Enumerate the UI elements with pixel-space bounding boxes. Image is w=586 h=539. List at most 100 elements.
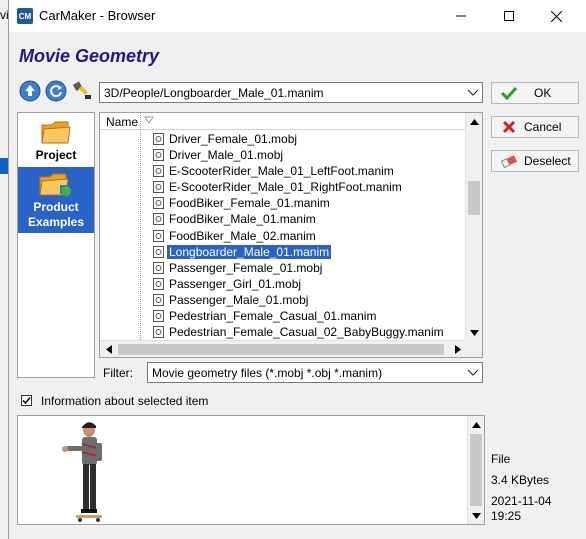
scroll-down-icon[interactable] [468, 507, 484, 524]
maximize-icon [504, 11, 514, 21]
column-header-label: Name [106, 115, 139, 129]
scroll-left-icon[interactable] [100, 341, 117, 357]
sort-arrow-icon [144, 116, 154, 124]
up-arrow-icon [19, 80, 41, 102]
preview-panel [17, 415, 485, 525]
file-name: Driver_Male_01.mobj [169, 148, 284, 163]
filter-label: Filter: [103, 366, 133, 380]
cancel-label: Cancel [524, 120, 562, 134]
scroll-right-icon[interactable] [449, 341, 466, 357]
file-name: E-ScooterRider_Male_01_LeftFoot.manim [169, 164, 394, 179]
file-icon [153, 181, 164, 194]
refresh-icon [45, 80, 67, 102]
browser-dialog: CM CarMaker - Browser Movie Geometry 3D/… [8, 0, 586, 539]
file-name: FoodBiker_Male_02.manim [169, 228, 316, 243]
info-checkbox[interactable] [21, 395, 32, 406]
app-icon: CM [17, 8, 33, 24]
file-icon [153, 213, 164, 226]
folder-icon [41, 121, 71, 144]
file-row[interactable]: Driver_Male_01.mobj [100, 147, 466, 163]
file-list-vertical-scrollbar[interactable] [465, 113, 482, 341]
file-row[interactable]: Passenger_Male_01.mobj [100, 292, 466, 308]
places-panel: Project Product Examples [17, 112, 95, 378]
scroll-up-icon[interactable] [466, 113, 482, 130]
place-product-examples[interactable]: Product Examples [18, 167, 94, 233]
path-value: 3D/People/Longboarder_Male_01.manim [104, 86, 324, 100]
info-checkbox-label: Information about selected item [41, 394, 209, 408]
file-icon [153, 165, 164, 178]
file-row[interactable]: FoodBiker_Male_02.manim [100, 228, 466, 244]
file-row[interactable]: Passenger_Girl_01.mobj [100, 276, 466, 292]
up-folder-button[interactable] [19, 80, 41, 102]
edit-brush-icon [72, 81, 91, 99]
scrollbar-thumb[interactable] [468, 181, 480, 215]
ok-button[interactable]: OK [491, 82, 579, 104]
file-row[interactable]: E-ScooterRider_Male_01_LeftFoot.manim [100, 163, 466, 179]
file-icon [153, 133, 164, 145]
preview-scrollbar[interactable] [467, 416, 484, 524]
file-icon [153, 245, 164, 258]
file-row[interactable]: E-ScooterRider_Male_01_RightFoot.manim [100, 179, 466, 195]
maximize-button[interactable] [486, 0, 532, 32]
longboarder-preview-image [62, 422, 102, 522]
scroll-up-icon[interactable] [468, 416, 484, 433]
file-list-horizontal-scrollbar[interactable] [100, 340, 466, 357]
place-project[interactable]: Project [18, 115, 94, 167]
file-row-selected[interactable]: Longboarder_Male_01.manim [100, 244, 466, 260]
checkmark-icon [22, 397, 31, 405]
title-bar[interactable]: CM CarMaker - Browser [9, 0, 586, 32]
page-title: Movie Geometry [19, 46, 160, 66]
file-list[interactable]: Name Driver_Female_01.mobj Driver_Male_0… [99, 112, 483, 358]
file-name: Passenger_Female_01.mobj [169, 260, 323, 275]
chevron-down-icon [467, 89, 479, 96]
place-project-label: Project [35, 148, 77, 162]
filter-value: Movie geometry files (*.mobj *.obj *.man… [152, 366, 383, 380]
deselect-button[interactable]: Deselect [491, 150, 579, 172]
file-icon [153, 293, 164, 306]
window-title: CarMaker - Browser [39, 8, 156, 23]
edit-button[interactable] [71, 80, 93, 102]
scrollbar-thumb[interactable] [118, 344, 444, 355]
file-row[interactable]: Driver_Female_01.mobj [100, 131, 466, 147]
info-type: File [491, 452, 511, 466]
file-name: FoodBiker_Female_01.manim [169, 196, 330, 211]
file-row[interactable]: Pedestrian_Female_Casual_02_BabyBuggy.ma… [100, 324, 466, 340]
file-icon [153, 310, 164, 323]
scroll-down-icon[interactable] [466, 324, 482, 341]
file-row[interactable]: Passenger_Female_01.mobj [100, 260, 466, 276]
scrollbar-thumb[interactable] [470, 434, 482, 506]
minimize-button[interactable] [438, 0, 484, 32]
info-time: 19:25 [491, 509, 522, 523]
eraser-icon [498, 153, 520, 169]
refresh-button[interactable] [45, 80, 67, 102]
cancel-x-icon [498, 119, 520, 135]
file-row[interactable]: FoodBiker_Male_01.manim [100, 211, 466, 227]
cancel-button[interactable]: Cancel [491, 116, 579, 138]
file-icon [153, 326, 164, 339]
close-icon [550, 10, 562, 22]
file-name: FoodBiker_Male_01.manim [169, 212, 316, 227]
close-button[interactable] [533, 0, 579, 32]
file-row[interactable]: Pedestrian_Female_Casual_01.manim [100, 308, 466, 324]
folder-examples-icon [39, 173, 71, 196]
minimize-icon [456, 15, 466, 17]
ok-label: OK [534, 86, 552, 100]
file-rows: Driver_Female_01.mobj Driver_Male_01.mob… [100, 131, 466, 340]
column-header-name[interactable]: Name [100, 113, 466, 130]
file-name: Longboarder_Male_01.manim [167, 244, 332, 259]
checkmark-icon [498, 85, 520, 101]
file-name: Passenger_Girl_01.mobj [169, 276, 302, 291]
file-icon [153, 229, 164, 242]
deselect-label: Deselect [524, 154, 571, 168]
file-icon [153, 261, 164, 274]
file-icon [153, 197, 164, 210]
background-selection [0, 158, 8, 174]
filter-combobox[interactable]: Movie geometry files (*.mobj *.obj *.man… [147, 362, 483, 383]
path-combobox[interactable]: 3D/People/Longboarder_Male_01.manim [99, 82, 483, 103]
file-row[interactable]: FoodBiker_Female_01.manim [100, 195, 466, 211]
file-name: Driver_Female_01.mobj [169, 132, 298, 146]
file-name: E-ScooterRider_Male_01_RightFoot.manim [169, 180, 402, 195]
scrollbar-corner [465, 340, 482, 357]
place-product-examples-label: Product Examples [27, 200, 85, 229]
info-date: 2021-11-04 [491, 494, 552, 508]
